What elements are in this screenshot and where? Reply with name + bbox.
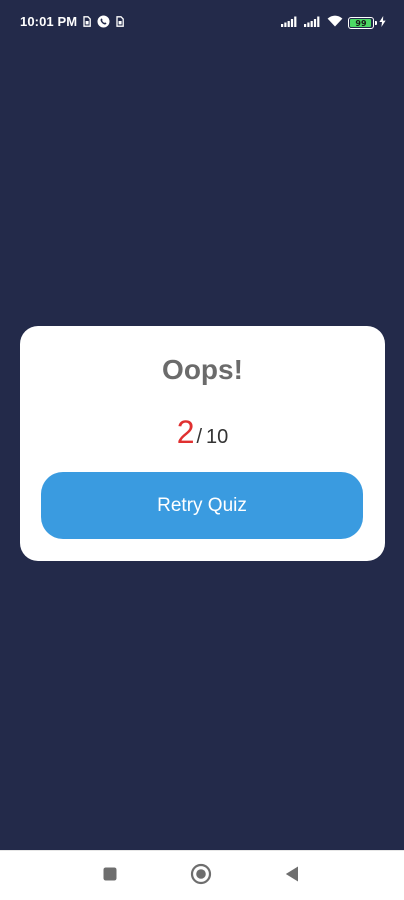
- navigation-bar: [0, 850, 404, 900]
- status-right: 99: [281, 14, 386, 32]
- score-total: 10: [206, 426, 229, 448]
- sim-icon: [83, 16, 92, 27]
- status-time: 10:01 PM: [20, 14, 78, 29]
- whatsapp-call-icon: [97, 15, 110, 28]
- recents-icon: [103, 867, 117, 886]
- battery-cap: [375, 21, 377, 25]
- signal-icon: [304, 14, 322, 32]
- battery-icon: 99: [348, 17, 377, 29]
- status-bar: 10:01 PM 99: [0, 0, 404, 44]
- home-icon: [190, 863, 212, 890]
- battery-level: 99: [355, 18, 367, 28]
- wifi-icon: [327, 14, 343, 32]
- score-line: 2/10: [20, 414, 385, 451]
- score-value: 2: [176, 414, 195, 450]
- result-title: Oops!: [162, 354, 243, 385]
- score-separator: /: [196, 426, 203, 448]
- recents-button[interactable]: [98, 864, 122, 888]
- sim-icon: [116, 16, 125, 27]
- retry-quiz-label: Retry Quiz: [157, 494, 247, 516]
- back-button[interactable]: [280, 864, 304, 888]
- status-left: 10:01 PM: [20, 14, 125, 29]
- result-card: Oops! 2/10 Retry Quiz: [20, 326, 385, 561]
- signal-icon: [281, 14, 299, 32]
- back-icon: [285, 866, 299, 887]
- retry-quiz-button[interactable]: Retry Quiz: [41, 472, 363, 539]
- charging-icon: [379, 14, 386, 32]
- home-button[interactable]: [189, 863, 213, 890]
